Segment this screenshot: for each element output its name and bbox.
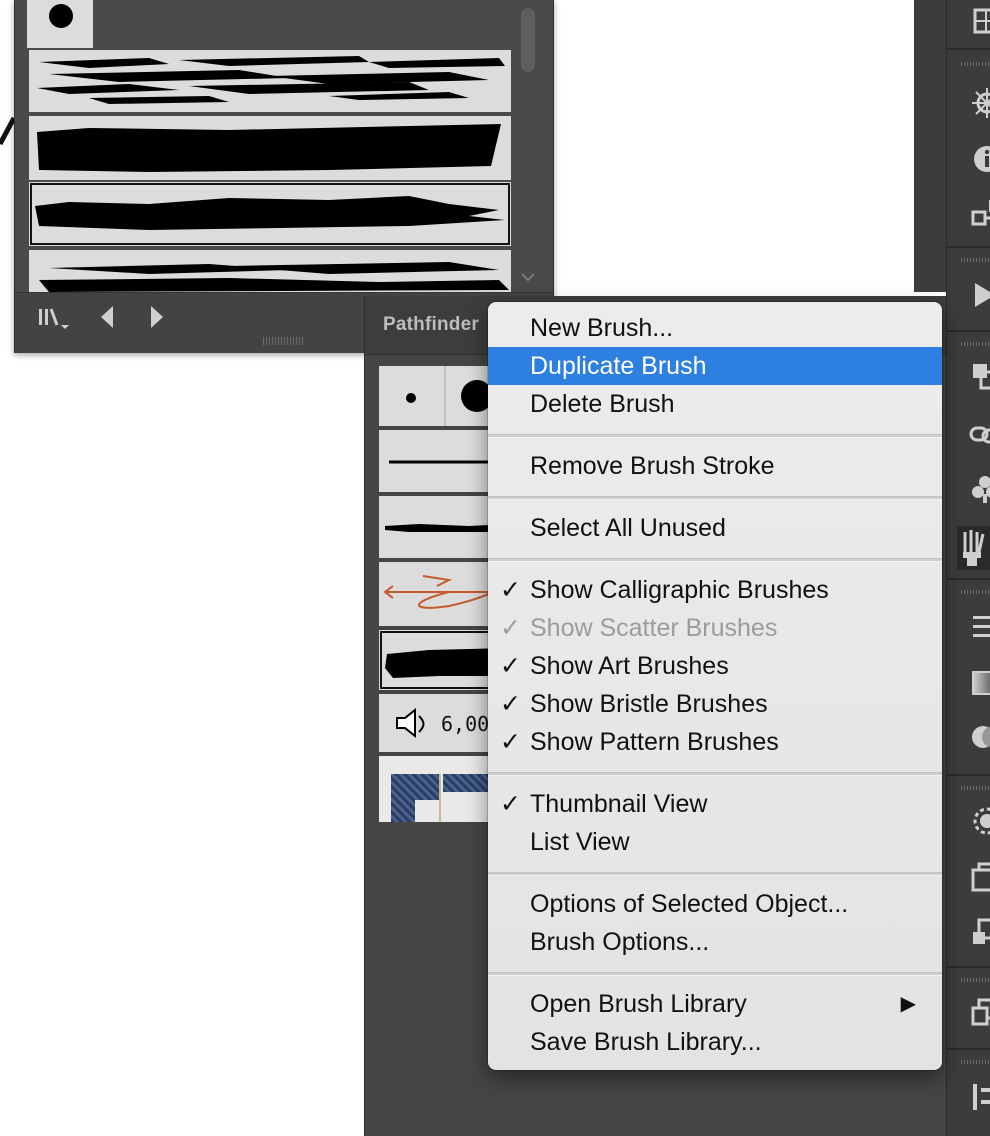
brush-library-list[interactable] — [27, 0, 515, 292]
next-arrow-icon[interactable] — [147, 303, 167, 331]
brushes-icon[interactable] — [957, 526, 990, 570]
menu-item-label: Thumbnail View — [530, 790, 708, 818]
menu-item-duplicate-brush[interactable]: Duplicate Brush — [488, 347, 942, 385]
menu-item-label: Open Brush Library — [530, 990, 747, 1018]
menu-item-label: Select All Unused — [530, 514, 726, 542]
menu-separator — [488, 434, 942, 438]
menu-item-label: List View — [530, 828, 630, 856]
scrollbar-thumb[interactable] — [521, 8, 535, 72]
canvas-stroke — [0, 116, 14, 146]
symbols-icon[interactable] — [969, 474, 990, 504]
menu-separator — [488, 972, 942, 976]
menu-item-new-brush[interactable]: New Brush... — [488, 309, 942, 347]
menu-item-show-art[interactable]: ✓ Show Art Brushes — [488, 647, 942, 685]
chevron-down-icon[interactable] — [519, 270, 537, 284]
brush-tile-round-dot[interactable] — [27, 0, 93, 48]
libraries-menu-icon[interactable] — [37, 305, 71, 331]
play-icon[interactable] — [969, 280, 990, 310]
brush-tile-rough-ink[interactable] — [29, 182, 511, 246]
menu-item-label: Show Calligraphic Brushes — [530, 576, 829, 604]
menu-item-remove-brush-stroke[interactable]: Remove Brush Stroke — [488, 447, 942, 485]
transform-icon[interactable] — [969, 360, 990, 390]
menu-item-thumbnail-view[interactable]: ✓ Thumbnail View — [488, 785, 942, 823]
helm-icon[interactable] — [969, 88, 990, 118]
checkmark-icon: ✓ — [500, 790, 521, 818]
menu-item-list-view[interactable]: List View — [488, 823, 942, 861]
menu-item-brush-options[interactable]: Brush Options... — [488, 923, 942, 961]
brushes-context-menu: New Brush... Duplicate Brush Delete Brus… — [488, 302, 942, 1070]
brush-tile-splatter[interactable] — [29, 250, 511, 292]
speaker-icon — [393, 707, 427, 739]
pattern-swatch-inner — [415, 800, 439, 822]
menu-separator — [488, 872, 942, 876]
menu-item-show-bristle[interactable]: ✓ Show Bristle Brushes — [488, 685, 942, 723]
brush-library-scrollbar[interactable] — [515, 0, 545, 292]
links-icon[interactable] — [969, 198, 990, 228]
info-icon[interactable] — [969, 144, 990, 174]
menu-item-label: Brush Options... — [530, 928, 710, 956]
menu-item-open-brush-library[interactable]: Open Brush Library ▶ — [488, 985, 942, 1023]
checkmark-icon: ✓ — [500, 690, 521, 718]
menu-item-label: Save Brush Library... — [530, 1028, 762, 1056]
layers-icon[interactable] — [969, 862, 990, 892]
menu-item-show-scatter: ✓ Show Scatter Brushes — [488, 609, 942, 647]
checkmark-icon: ✓ — [500, 614, 521, 642]
properties-icon[interactable] — [969, 1082, 990, 1112]
menu-item-label: New Brush... — [530, 314, 674, 342]
menu-item-label: Show Pattern Brushes — [530, 728, 779, 756]
appearance-icon[interactable] — [969, 806, 990, 836]
checkmark-icon: ✓ — [500, 576, 521, 604]
brush-tile-dry-texture[interactable] — [29, 50, 511, 112]
align-icon[interactable] — [969, 612, 990, 642]
submenu-arrow-icon: ▶ — [900, 993, 916, 1015]
resize-grip[interactable] — [263, 337, 303, 345]
previous-arrow-icon[interactable] — [97, 303, 117, 331]
menu-item-label: Show Scatter Brushes — [530, 614, 778, 642]
artboards-icon[interactable] — [969, 6, 990, 36]
menu-item-label: Options of Selected Object... — [530, 890, 849, 918]
pattern-stitch — [439, 774, 441, 822]
artboard-panel-icon[interactable] — [969, 998, 990, 1028]
menu-item-select-all-unused[interactable]: Select All Unused — [488, 509, 942, 547]
link-chain-icon[interactable] — [969, 420, 990, 450]
menu-item-label: Show Art Brushes — [530, 652, 729, 680]
scatter-value: 6,00 — [441, 712, 490, 736]
right-panel-dock — [946, 0, 990, 1136]
menu-item-save-brush-library[interactable]: Save Brush Library... — [488, 1023, 942, 1061]
menu-separator — [488, 772, 942, 776]
export-icon[interactable] — [969, 918, 990, 948]
transparency-icon[interactable] — [969, 722, 990, 752]
menu-item-label: Remove Brush Stroke — [530, 452, 775, 480]
menu-item-show-calligraphic[interactable]: ✓ Show Calligraphic Brushes — [488, 571, 942, 609]
menu-item-options-selected-object[interactable]: Options of Selected Object... — [488, 885, 942, 923]
menu-separator — [488, 496, 942, 500]
menu-item-label: Show Bristle Brushes — [530, 690, 768, 718]
menu-item-show-pattern[interactable]: ✓ Show Pattern Brushes — [488, 723, 942, 761]
brush-tile-thick-marker[interactable] — [29, 116, 511, 180]
dock-strip — [914, 0, 946, 292]
menu-item-delete-brush[interactable]: Delete Brush — [488, 385, 942, 423]
tab-pathfinder[interactable]: Pathfinder — [383, 314, 479, 336]
checkmark-icon: ✓ — [500, 728, 521, 756]
menu-item-label: Duplicate Brush — [530, 352, 707, 380]
menu-separator — [488, 558, 942, 562]
menu-item-label: Delete Brush — [530, 390, 675, 418]
checkmark-icon: ✓ — [500, 652, 521, 680]
gradient-icon[interactable] — [969, 668, 990, 698]
